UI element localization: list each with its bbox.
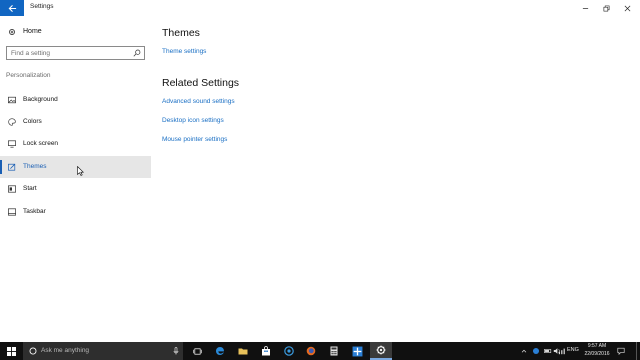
cortana-icon xyxy=(29,347,37,355)
mouse-pointer-settings-link[interactable]: Mouse pointer settings xyxy=(162,136,227,143)
sidebar-item-label: Colors xyxy=(23,118,42,125)
monitor-icon xyxy=(8,140,16,148)
brush-icon xyxy=(8,163,16,171)
sidebar-item-label: Lock screen xyxy=(23,140,59,147)
folder-icon xyxy=(238,348,248,355)
settings-window: Settings Home Personalization Background… xyxy=(0,0,640,342)
sidebar-item-label: Start xyxy=(23,185,37,192)
firefox-taskbar-button[interactable] xyxy=(304,344,318,358)
show-hidden-icons-icon[interactable] xyxy=(520,347,528,355)
edge-icon xyxy=(216,347,224,355)
window-title: Settings xyxy=(30,3,54,10)
calculator-icon xyxy=(330,346,338,356)
back-button[interactable] xyxy=(0,0,24,16)
cortana-search-placeholder: Ask me anything xyxy=(41,347,90,354)
title-bar: Settings xyxy=(0,0,640,16)
start-button[interactable] xyxy=(0,342,23,360)
store-taskbar-button[interactable] xyxy=(259,344,273,358)
mouse-cursor-icon xyxy=(77,166,84,176)
task-view-button[interactable] xyxy=(190,344,204,358)
sidebar-item-colors[interactable]: Colors xyxy=(0,111,151,133)
sidebar-home-label: Home xyxy=(23,28,42,35)
circular-app-icon xyxy=(284,346,294,356)
grid-app-icon xyxy=(352,346,362,356)
minimize-button[interactable] xyxy=(575,0,595,16)
image-icon xyxy=(8,96,16,104)
calculator-taskbar-button[interactable] xyxy=(327,344,341,358)
clock[interactable]: 9:57 AM 22/09/2016 xyxy=(583,343,611,358)
find-setting-search[interactable] xyxy=(6,46,145,60)
clock-date: 22/09/2016 xyxy=(584,350,610,357)
file-explorer-taskbar-button[interactable] xyxy=(236,344,250,358)
active-indicator xyxy=(0,160,2,174)
show-desktop-button[interactable] xyxy=(636,342,637,360)
taskbar: Ask me anything ENG 9:57 AM 22/09/2016 xyxy=(0,342,640,360)
task-view-icon xyxy=(192,347,202,355)
settings-taskbar-button[interactable] xyxy=(370,342,392,360)
main-content: Themes Theme settings Related Settings A… xyxy=(151,16,640,342)
page-title: Themes xyxy=(162,27,200,39)
taskbar-icon xyxy=(8,208,16,216)
microphone-icon[interactable] xyxy=(173,347,179,355)
battery-icon[interactable] xyxy=(544,347,552,355)
gear-icon xyxy=(9,29,15,35)
search-icon[interactable] xyxy=(133,49,141,57)
sidebar-item-label: Background xyxy=(23,96,58,103)
section-label-personalization: Personalization xyxy=(6,72,51,79)
sidebar-item-label: Themes xyxy=(23,163,47,170)
sidebar-item-start[interactable]: Start xyxy=(0,178,151,200)
clock-time: 9:57 AM xyxy=(587,343,607,349)
sidebar-item-label: Taskbar xyxy=(23,208,46,215)
minimize-icon xyxy=(582,7,588,9)
back-arrow-icon xyxy=(8,4,16,12)
advanced-sound-settings-link[interactable]: Advanced sound settings xyxy=(162,98,235,105)
tray-app-icon[interactable] xyxy=(532,347,540,355)
input-language[interactable]: ENG xyxy=(567,347,579,353)
edge-taskbar-button[interactable] xyxy=(213,344,227,358)
media-app-taskbar-button[interactable] xyxy=(282,344,296,358)
related-settings-heading: Related Settings xyxy=(162,77,240,89)
maximize-button[interactable] xyxy=(596,0,616,16)
store-icon xyxy=(262,346,270,356)
theme-settings-link[interactable]: Theme settings xyxy=(162,48,206,55)
windows-logo-icon xyxy=(7,346,16,356)
sidebar: Home Personalization Background Colors L… xyxy=(0,16,151,342)
settings-gear-icon xyxy=(376,345,386,355)
blue-app-taskbar-button[interactable] xyxy=(350,344,364,358)
sidebar-item-background[interactable]: Background xyxy=(0,89,151,111)
start-icon xyxy=(8,185,16,193)
close-icon xyxy=(624,5,630,11)
restore-icon xyxy=(603,5,609,11)
sidebar-item-themes[interactable]: Themes xyxy=(0,156,151,178)
close-button[interactable] xyxy=(617,0,637,16)
sidebar-item-taskbar[interactable]: Taskbar xyxy=(0,201,151,223)
desktop-icon-settings-link[interactable]: Desktop icon settings xyxy=(162,117,224,124)
sidebar-home[interactable]: Home xyxy=(0,24,151,40)
sidebar-item-lock-screen[interactable]: Lock screen xyxy=(0,133,151,155)
firefox-icon xyxy=(306,346,316,356)
network-icon[interactable] xyxy=(558,347,566,355)
palette-icon xyxy=(8,118,16,126)
find-setting-input[interactable] xyxy=(11,48,129,58)
cortana-search[interactable]: Ask me anything xyxy=(23,342,183,360)
action-center-icon[interactable] xyxy=(617,347,625,355)
